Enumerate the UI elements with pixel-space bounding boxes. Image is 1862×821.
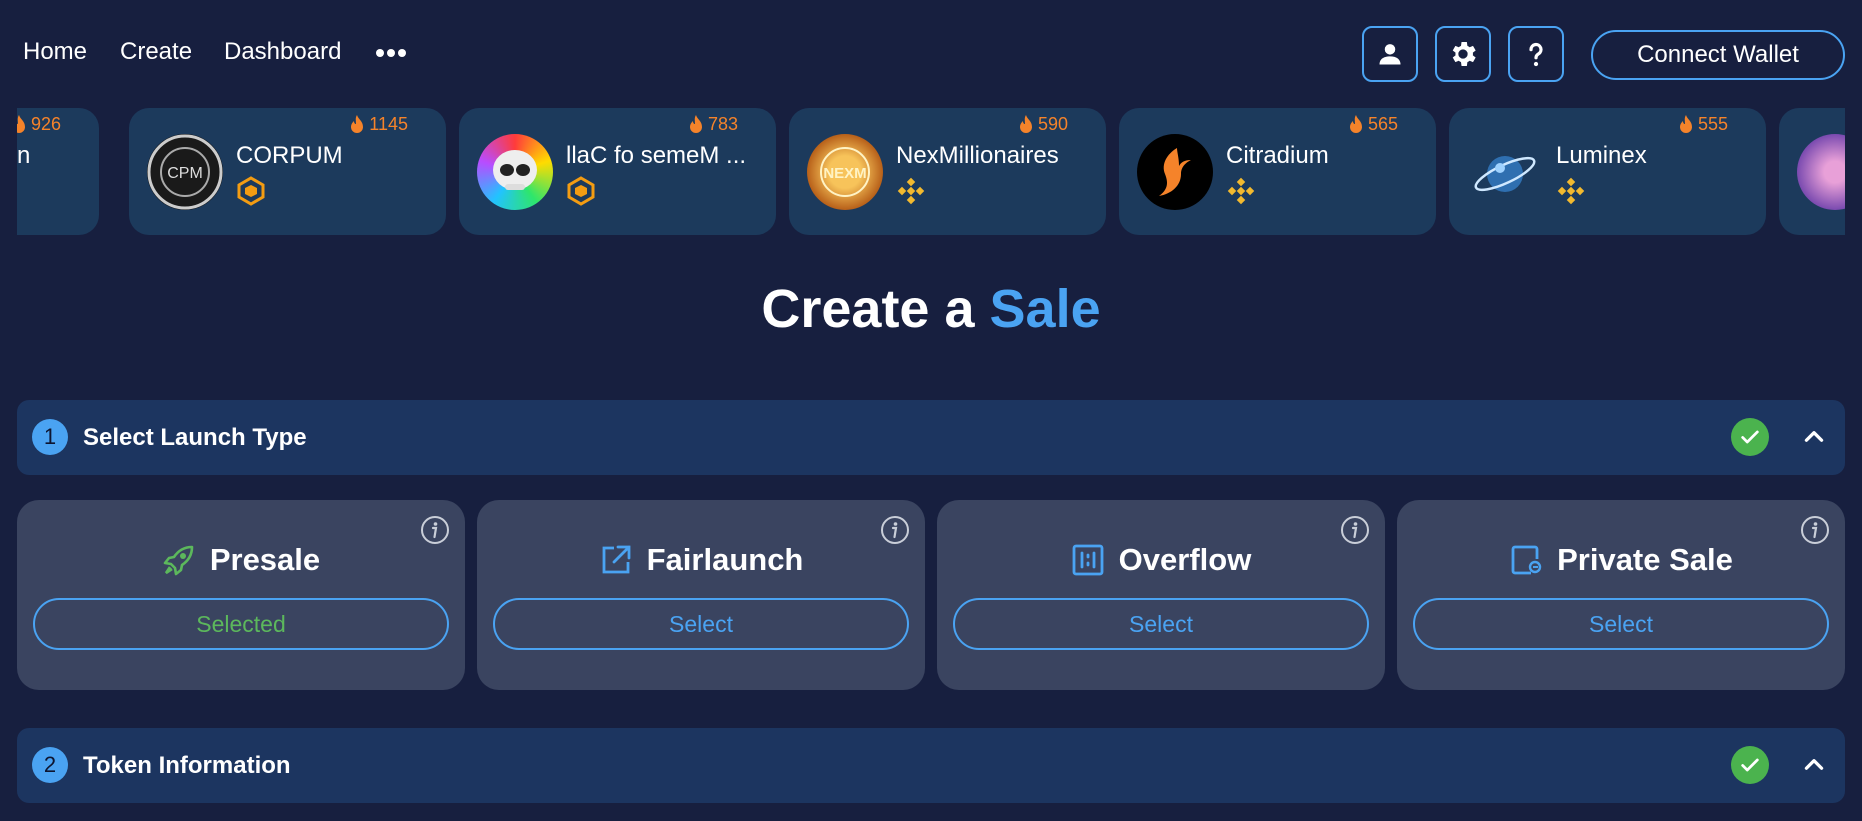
- chevron-up-icon[interactable]: [1801, 752, 1827, 778]
- trending-card-hot: 926: [17, 114, 61, 135]
- launch-type-name: Private Sale: [1557, 542, 1733, 577]
- token-logo: [1467, 134, 1543, 210]
- launch-type-header: Overflow: [937, 542, 1385, 578]
- chain-icon: [567, 176, 595, 206]
- trending-card-count: 590: [1037, 114, 1068, 134]
- trending-card-name: Luminex: [1556, 142, 1647, 169]
- fire-icon: [1679, 114, 1692, 133]
- section-title: Select Launch Type: [83, 424, 307, 451]
- launch-type-card-overflow[interactable]: Overflow Select: [937, 500, 1385, 690]
- info-icon[interactable]: [1800, 515, 1830, 545]
- nav-home-link[interactable]: Home: [23, 38, 87, 66]
- step-badge: 1: [32, 419, 68, 455]
- check-icon: [1731, 418, 1769, 456]
- overflow-icon: [1072, 544, 1104, 576]
- trending-card-hot: 1145: [349, 114, 408, 135]
- section-title: Token Information: [83, 752, 291, 779]
- trending-card[interactable]: [1779, 108, 1845, 235]
- trending-card-name: CORPUM: [236, 142, 343, 169]
- token-logo: [1137, 134, 1213, 210]
- connect-wallet-button[interactable]: Connect Wallet: [1591, 30, 1845, 80]
- trending-card[interactable]: NEXM NexMillionaires 590: [789, 108, 1106, 235]
- svg-text:CPM: CPM: [167, 165, 203, 182]
- launch-type-header: Presale: [17, 542, 465, 578]
- presale-select-button[interactable]: Selected: [33, 598, 449, 650]
- chevron-up-icon[interactable]: [1801, 424, 1827, 450]
- nav-dashboard-link[interactable]: Dashboard: [224, 38, 341, 66]
- launch-type-name: Overflow: [1118, 542, 1252, 577]
- trending-card[interactable]: Luminex 555: [1449, 108, 1766, 235]
- trending-card[interactable]: CPM CORPUM 1145: [129, 108, 446, 235]
- trending-card-hot: 783: [688, 114, 738, 135]
- bnb-icon: [1557, 177, 1585, 205]
- user-icon: [1379, 44, 1401, 65]
- svg-text:NEXM: NEXM: [823, 165, 866, 182]
- trending-card-hot: 555: [1678, 114, 1728, 135]
- fire-icon: [1349, 114, 1362, 133]
- page-title: Create a Sale: [0, 278, 1862, 340]
- bnb-icon: [1227, 177, 1255, 205]
- trending-card-count: 555: [1697, 114, 1728, 134]
- info-icon[interactable]: [1340, 515, 1370, 545]
- nav-create-link[interactable]: Create: [120, 38, 192, 66]
- section-token-information-header[interactable]: 2 Token Information: [17, 728, 1845, 803]
- trending-card-hot: 565: [1348, 114, 1398, 135]
- private-sale-icon: [1511, 545, 1542, 575]
- fire-icon: [351, 114, 364, 133]
- launch-type-card-fairlaunch[interactable]: Fairlaunch Select: [477, 500, 925, 690]
- launch-type-card-presale[interactable]: Presale Selected: [17, 500, 465, 690]
- trending-card-count: 783: [707, 114, 738, 134]
- external-link-icon: [602, 545, 631, 574]
- fire-icon: [1019, 114, 1032, 133]
- section-launch-type-header[interactable]: 1 Select Launch Type: [17, 400, 1845, 475]
- trending-card-name: Citradium: [1226, 142, 1329, 169]
- rocket-icon: [163, 545, 194, 576]
- token-logo: CPM: [147, 134, 223, 210]
- launch-type-header: Private Sale: [1397, 542, 1845, 578]
- step-badge: 2: [32, 747, 68, 783]
- launch-type-header: Fairlaunch: [477, 542, 925, 578]
- page-title-text: Create a: [761, 279, 990, 339]
- page-title-accent: Sale: [989, 279, 1101, 339]
- launch-type-card-private-sale[interactable]: Private Sale Select: [1397, 500, 1845, 690]
- trending-card-hot: 590: [1018, 114, 1068, 135]
- help-icon: [1529, 42, 1543, 67]
- fairlaunch-select-button[interactable]: Select: [493, 598, 909, 650]
- settings-button[interactable]: [1435, 26, 1491, 82]
- launch-type-name: Presale: [209, 542, 321, 577]
- info-icon[interactable]: [880, 515, 910, 545]
- trending-card[interactable]: llaC fo semeM ... 783: [459, 108, 776, 235]
- token-logo: NEXM: [807, 134, 883, 210]
- bnb-icon: [897, 177, 925, 205]
- fire-icon: [17, 114, 25, 133]
- token-logo: [477, 134, 553, 210]
- trending-card-count: 565: [1367, 114, 1398, 134]
- trending-card-name: llaC fo semeM ...: [566, 142, 747, 169]
- top-nav: Home Create Dashboard Connect Wallet: [0, 0, 1862, 108]
- trending-card-count: 926: [30, 114, 61, 134]
- info-icon[interactable]: [420, 515, 450, 545]
- chain-icon: [237, 176, 265, 206]
- launch-type-name: Fairlaunch: [646, 542, 804, 577]
- profile-button[interactable]: [1362, 26, 1418, 82]
- overflow-select-button[interactable]: Select: [953, 598, 1369, 650]
- private-sale-select-button[interactable]: Select: [1413, 598, 1829, 650]
- trending-card[interactable]: n 926: [17, 108, 99, 235]
- check-icon: [1731, 746, 1769, 784]
- trending-card-name: n: [17, 142, 31, 169]
- gear-icon: [1452, 42, 1476, 66]
- ellipsis-icon[interactable]: [376, 44, 410, 57]
- trending-card-count: 1145: [369, 114, 408, 134]
- fire-icon: [689, 114, 702, 133]
- help-button[interactable]: [1508, 26, 1564, 82]
- token-logo: [1797, 134, 1845, 210]
- trending-card-name: NexMillionaires: [896, 142, 1059, 169]
- trending-card[interactable]: Citradium 565: [1119, 108, 1436, 235]
- trending-strip[interactable]: n 926 CPM CORPUM 1145 llaC fo semeM ... …: [17, 108, 1845, 236]
